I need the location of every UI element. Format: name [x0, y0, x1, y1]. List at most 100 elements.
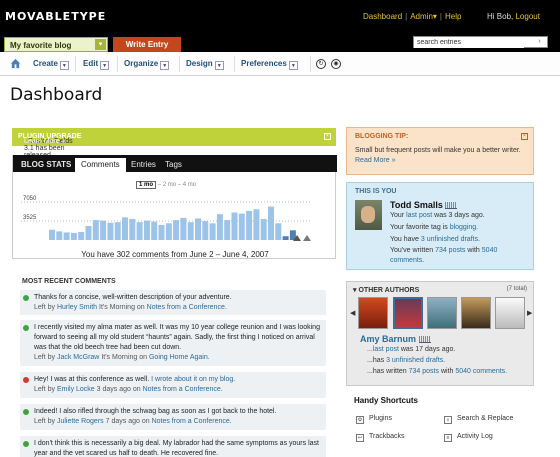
- author-posts-link[interactable]: 734 posts: [409, 368, 439, 375]
- chart-bar: [70, 232, 77, 240]
- chart-bar: [143, 220, 150, 240]
- other-authors-title: ▾ OTHER AUTHORS: [353, 287, 420, 294]
- menu-bar: Create ▼ Edit ▼ Organize ▼ Design ▼ Preferen…: [0, 52, 560, 76]
- favorite-tag-link[interactable]: blogging.: [450, 224, 478, 231]
- stats-tab-bar: BLOG STATS Comments Entries Tags: [13, 155, 337, 172]
- home-icon[interactable]: [10, 58, 21, 69]
- nav-admin[interactable]: Admin: [410, 12, 433, 21]
- write-entry-button[interactable]: Write Entry: [113, 37, 181, 52]
- close-icon[interactable]: ×: [521, 133, 528, 140]
- approved-status-icon: [23, 325, 29, 331]
- search-go-icon[interactable]: ›: [534, 38, 545, 46]
- chart-bar: [246, 210, 253, 240]
- comment-inline-link[interactable]: I wrote about it on my blog.: [151, 376, 235, 383]
- blog-selector[interactable]: My favorite blog ▾: [4, 37, 108, 52]
- menu-preferences[interactable]: Preferences ▼: [241, 59, 298, 70]
- last-post-line: Your last post was 3 days ago.: [390, 211, 530, 221]
- blogging-tip-body: Small but frequent posts will make you a…: [355, 146, 525, 166]
- chart-bar: [231, 212, 238, 240]
- line-text: with: [467, 247, 480, 254]
- menu-design[interactable]: Design ▼: [186, 59, 224, 70]
- chart-bar: [63, 232, 70, 240]
- comment-date: It's Morning on: [99, 304, 145, 311]
- author-drafts-link[interactable]: 3 unfinished drafts.: [386, 357, 445, 364]
- comment-text: Thanks for a concise, well-written descr…: [34, 294, 232, 301]
- blogging-tip: BLOGGING TIP: × Small but frequent posts…: [346, 127, 534, 175]
- chevron-down-icon[interactable]: ▼: [288, 61, 298, 70]
- line-text: with: [440, 368, 454, 375]
- menu-create-label: Create: [33, 59, 58, 68]
- menu-divider: [179, 56, 180, 72]
- nav-help[interactable]: Help: [445, 12, 461, 21]
- tab-entries[interactable]: Entries: [125, 158, 162, 172]
- chart-bar: [49, 229, 55, 240]
- next-arrow-icon[interactable]: ▶: [527, 309, 532, 317]
- close-icon[interactable]: ×: [324, 133, 331, 140]
- comment-author-link[interactable]: Hurley Smith: [57, 304, 97, 311]
- read-more-link[interactable]: Read More »: [355, 157, 395, 164]
- admin-dropdown-icon[interactable]: ▾: [433, 12, 437, 21]
- author-avatar[interactable]: [461, 297, 491, 329]
- tab-comments[interactable]: Comments: [75, 158, 126, 172]
- drafts-link[interactable]: 3 unfinished drafts.: [421, 236, 480, 243]
- tab-tags[interactable]: Tags: [159, 158, 188, 172]
- comment-item[interactable]: I recently visited my alma mater as well…: [20, 320, 326, 366]
- shortcut-trackbacks[interactable]: ↩ Trackbacks: [356, 433, 405, 442]
- user-greeting: Hi Bob,: [487, 12, 514, 21]
- comment-item[interactable]: Thanks for a concise, well-written descr…: [20, 290, 326, 315]
- line-text: ...has: [367, 357, 385, 364]
- menu-edit[interactable]: Edit ▼: [83, 59, 110, 70]
- author-last-post-link[interactable]: ...last post: [367, 346, 399, 353]
- chevron-down-icon[interactable]: ▼: [59, 61, 69, 70]
- comment-post-link[interactable]: Notes from a Conference.: [152, 418, 232, 425]
- comment-item[interactable]: I don't think this is necessarily a big …: [20, 436, 326, 457]
- comment-post-link[interactable]: Going Home Again.: [149, 354, 210, 361]
- stats-bars-icon[interactable]: [418, 336, 431, 343]
- shortcut-activity-log[interactable]: ≡ Activity Log: [444, 433, 493, 442]
- stats-summary: You have 302 comments from June 2 – June…: [81, 250, 269, 259]
- prev-arrow-icon[interactable]: ◀: [350, 309, 355, 317]
- chevron-down-icon[interactable]: ▼: [214, 61, 224, 70]
- shortcut-search-replace[interactable]: ⌕ Search & Replace: [444, 415, 513, 424]
- chevron-down-icon[interactable]: ▼: [160, 61, 170, 70]
- logo[interactable]: MOVABLETYPE: [5, 10, 106, 23]
- comment-meta: Left by Jack McGraw It's Morning on Goin…: [34, 353, 322, 363]
- range-4mo[interactable]: 4 mo: [183, 182, 196, 188]
- menu-organize[interactable]: Organize ▼: [124, 59, 170, 70]
- user-name-text: Todd Smalls: [390, 200, 443, 210]
- stats-bars-icon[interactable]: [445, 202, 458, 209]
- menu-divider: [234, 56, 235, 72]
- range-2mo[interactable]: – 2 mo –: [158, 182, 181, 188]
- comment-author-link[interactable]: Emily Locke: [57, 386, 95, 393]
- comment-author-link[interactable]: Juliette Rogers: [57, 418, 104, 425]
- author-avatar[interactable]: [358, 297, 388, 329]
- search-input[interactable]: [414, 37, 524, 48]
- shortcut-plugins[interactable]: ⚙ Plugins: [356, 415, 392, 424]
- nav-dashboard[interactable]: Dashboard: [363, 12, 402, 21]
- chart-bar: [129, 218, 136, 240]
- chevron-down-icon[interactable]: ▾: [95, 39, 106, 50]
- comment-item[interactable]: Hey! I was at this conference as well. I…: [20, 372, 326, 398]
- range-1mo[interactable]: 1 mo: [136, 181, 157, 189]
- refresh-icon[interactable]: ↻: [316, 59, 326, 69]
- menu-create[interactable]: Create ▼: [33, 59, 69, 70]
- chart-bar: [202, 221, 209, 240]
- comment-post-link[interactable]: Notes from a Conference.: [147, 304, 227, 311]
- last-post-link[interactable]: last post: [406, 212, 432, 219]
- plugin-upgrade-banner: PLUGIN UPGRADE: Custom Fields 3.1 has be…: [12, 128, 336, 159]
- comment-author-link[interactable]: Jack McGraw: [57, 354, 99, 361]
- search-box: ›: [413, 36, 548, 48]
- comment-item[interactable]: Indeed! I also rifled through the schwag…: [20, 404, 326, 430]
- view-site-icon[interactable]: ◉: [331, 59, 341, 69]
- author-avatar[interactable]: [495, 297, 525, 329]
- author-avatar[interactable]: [393, 297, 423, 329]
- plugin-learn-more-link[interactable]: Learn More »: [24, 138, 66, 145]
- range-handle-right[interactable]: [303, 235, 311, 241]
- posts-link[interactable]: 734 posts: [435, 247, 465, 254]
- author-comments-link[interactable]: 5040 comments.: [455, 368, 507, 375]
- comment-post-link[interactable]: Notes from a Conference.: [143, 386, 223, 393]
- chevron-down-icon[interactable]: ▼: [100, 61, 110, 70]
- author-avatar[interactable]: [427, 297, 457, 329]
- author-avatar-strip: ◀ ▶: [350, 297, 532, 329]
- logout-link[interactable]: Logout: [515, 12, 539, 21]
